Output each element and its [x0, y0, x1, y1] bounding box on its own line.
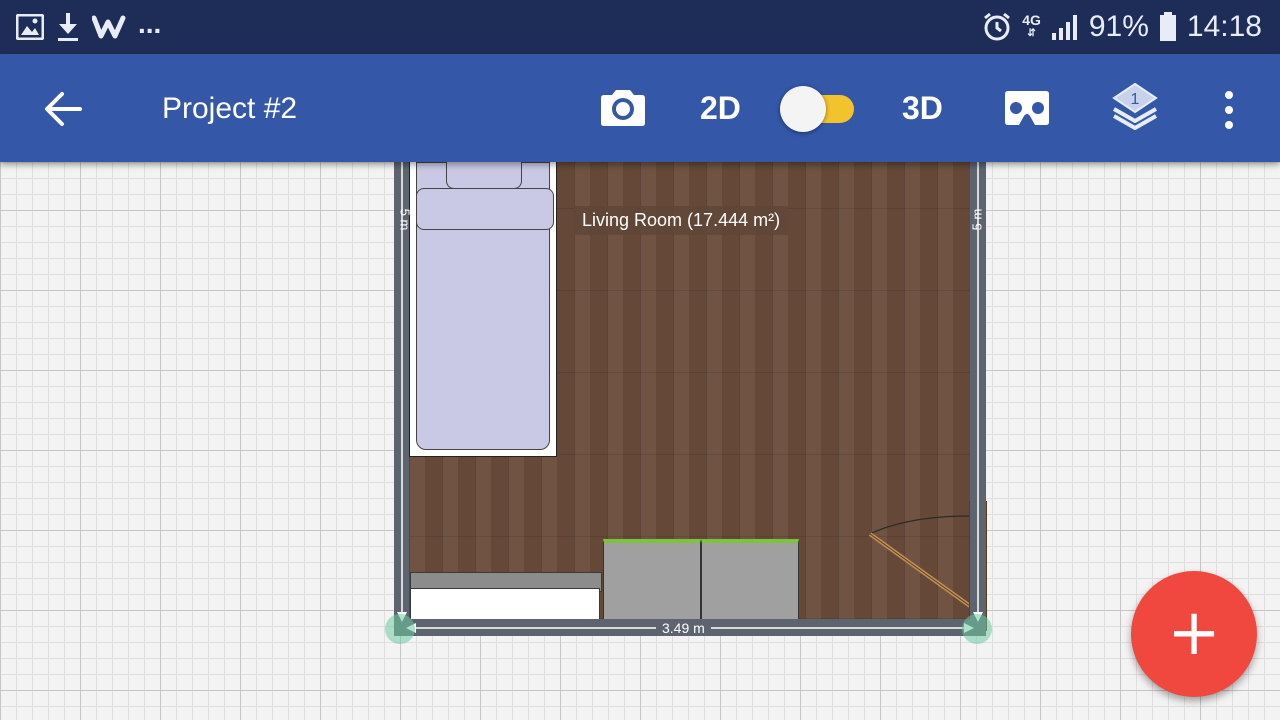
low-cabinet[interactable]	[410, 572, 602, 622]
app-toolbar: Project #2 2D 3D 1	[0, 54, 1280, 162]
view-mode-toggle[interactable]	[780, 86, 854, 132]
layers-count: 1	[1131, 91, 1140, 108]
dimension-bottom: 3.49 m	[656, 620, 711, 636]
status-right: 4G ⇵ 91% 14:18	[982, 10, 1262, 44]
more-vert-icon[interactable]	[1214, 88, 1244, 132]
layers-icon[interactable]: 1	[1110, 82, 1160, 134]
mode-2d-label[interactable]: 2D	[700, 90, 741, 127]
project-title: Project #2	[162, 92, 298, 125]
status-overflow: ...	[138, 8, 162, 39]
bed-pillow	[416, 188, 554, 230]
alarm-icon	[984, 12, 1011, 41]
wall-corner-handle[interactable]	[385, 614, 415, 644]
battery-icon	[1159, 12, 1176, 41]
mode-3d-label[interactable]: 3D	[902, 90, 943, 127]
dimension-right-line	[973, 162, 983, 622]
back-arrow-icon[interactable]	[40, 86, 86, 132]
room-living-room[interactable]: Living Room (17.444 m²) 5 m 5 m 3.49 m	[394, 162, 987, 636]
vr-headset-icon[interactable]	[1002, 88, 1052, 128]
storage-box[interactable]	[603, 539, 701, 624]
network-type: 4G ⇵	[1022, 12, 1041, 39]
room-label[interactable]: Living Room (17.444 m²)	[574, 206, 789, 235]
storage-box[interactable]	[701, 539, 799, 624]
w-app-icon	[92, 15, 126, 39]
bed-pillow-top	[446, 162, 522, 189]
status-left: ...	[16, 8, 161, 42]
low-cabinet-front	[410, 588, 600, 622]
dimension-left-line	[397, 162, 407, 622]
wall-corner-handle[interactable]	[962, 614, 992, 644]
add-button[interactable]: +	[1131, 571, 1257, 697]
download-icon	[58, 13, 78, 41]
toggle-knob[interactable]	[780, 86, 826, 132]
bed[interactable]	[409, 162, 557, 457]
camera-icon[interactable]	[598, 88, 648, 128]
gallery-icon	[16, 14, 44, 40]
add-icon: +	[1167, 596, 1221, 670]
door-swing-arc	[868, 515, 972, 608]
status-bar: ... 4G ⇵ 91% 14:18	[0, 0, 1280, 54]
clock: 14:18	[1186, 10, 1262, 43]
signal-icon	[1051, 15, 1077, 40]
battery-percent: 91%	[1088, 10, 1149, 43]
